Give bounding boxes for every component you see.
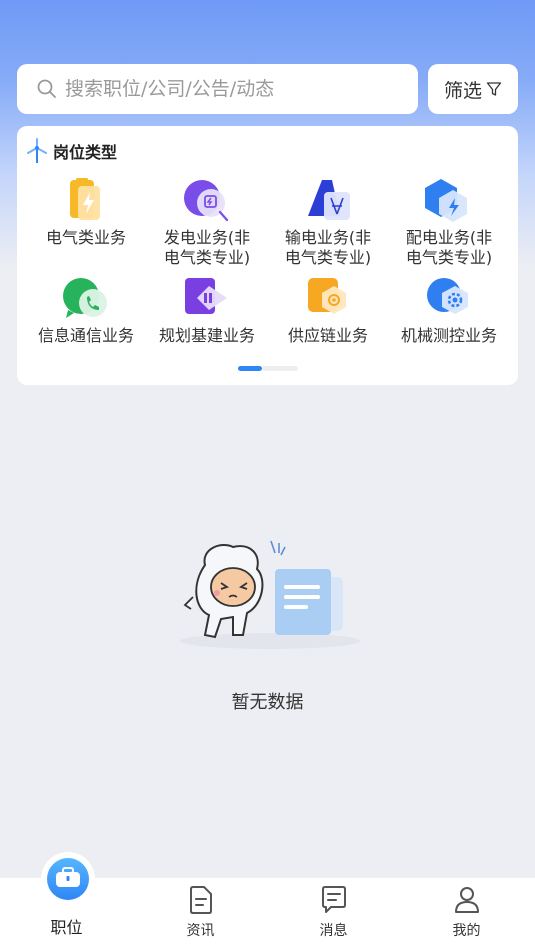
tab-profile[interactable]: 我的 (400, 878, 533, 951)
gear-icon (423, 276, 475, 322)
tab-label: 资讯 (186, 923, 215, 939)
search-input[interactable] (65, 78, 395, 100)
page-indicator-active (238, 366, 262, 371)
tab-label: 职位 (50, 918, 83, 937)
search-icon (37, 79, 56, 98)
job-type-it-communication[interactable]: 信息通信业务 (25, 276, 147, 346)
job-type-label: 输电业务(非 电气类专业) (284, 228, 372, 267)
job-type-label: 规划基建业务 (158, 326, 255, 345)
page-indicator-track (262, 366, 298, 371)
filter-label: 筛选 (443, 79, 482, 102)
search-row: 筛选 (17, 64, 518, 114)
power-generation-icon (181, 178, 233, 224)
empty-state-illustration (175, 535, 365, 655)
job-type-label: 电气类业务 (45, 228, 126, 247)
job-type-planning[interactable]: 规划基建业务 (146, 276, 268, 346)
job-type-label: 信息通信业务 (37, 326, 134, 345)
tab-label: 我的 (452, 923, 481, 939)
phone-chat-icon (60, 276, 112, 322)
job-type-distribution[interactable]: 配电业务(非 电气类专业) (388, 178, 510, 268)
job-type-header: 岗位类型 (25, 138, 117, 164)
message-icon (321, 886, 346, 913)
planning-icon (181, 276, 233, 322)
transmission-icon (302, 178, 354, 224)
user-icon (454, 887, 479, 913)
job-type-label: 机械测控业务 (400, 326, 497, 345)
job-type-label: 发电业务(非 电气类专业) (163, 228, 251, 267)
tab-label: 消息 (319, 923, 348, 939)
search-box[interactable] (17, 64, 418, 114)
job-type-title: 岗位类型 (53, 143, 118, 162)
job-type-electrical[interactable]: 电气类业务 (25, 178, 147, 248)
job-type-card: 岗位类型 电气类业务 发电业务(非 电气类专业) 输电业务(非 电气类专业) 配… (17, 126, 518, 385)
page-indicator (238, 366, 298, 371)
job-type-mechanical-control[interactable]: 机械测控业务 (388, 276, 510, 346)
tab-news[interactable]: 资讯 (134, 878, 267, 951)
job-type-label: 配电业务(非 电气类专业) (405, 228, 493, 267)
tab-messages[interactable]: 消息 (267, 878, 400, 951)
wind-turbine-icon (27, 138, 47, 163)
distribution-icon (423, 178, 475, 224)
document-icon (189, 886, 212, 914)
supply-chain-icon (302, 276, 354, 322)
empty-state-text: 暂无数据 (231, 692, 304, 713)
tab-jobs-fab (44, 855, 92, 903)
job-type-transmission[interactable]: 输电业务(非 电气类专业) (267, 178, 389, 268)
job-type-power-generation[interactable]: 发电业务(非 电气类专业) (146, 178, 268, 268)
funnel-icon (486, 82, 502, 96)
bottom-tab-bar: 职位 资讯 消息 我的 (0, 855, 535, 951)
job-icon (47, 858, 89, 900)
battery-icon (60, 178, 112, 224)
job-type-supply-chain[interactable]: 供应链业务 (267, 276, 389, 346)
tab-jobs[interactable]: 职位 (0, 855, 133, 951)
filter-button[interactable]: 筛选 (428, 64, 518, 114)
job-type-label: 供应链业务 (287, 326, 368, 345)
